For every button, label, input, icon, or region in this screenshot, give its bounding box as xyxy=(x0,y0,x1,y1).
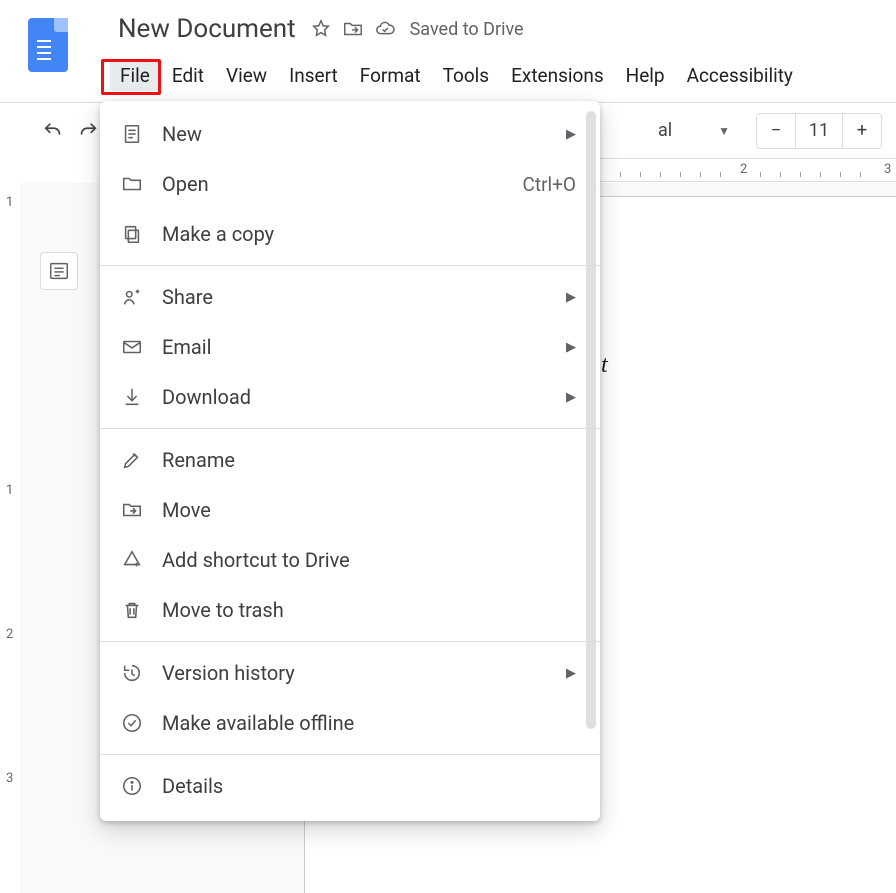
chevron-right-icon: ▶ xyxy=(566,390,576,405)
menu-item-label: Move xyxy=(162,498,576,522)
font-size-value[interactable]: 11 xyxy=(795,114,843,148)
document-text[interactable]: t xyxy=(601,352,608,379)
menu-separator xyxy=(100,754,600,755)
cloud-saved-icon[interactable] xyxy=(372,16,398,42)
menu-item-share[interactable]: Share ▶ xyxy=(100,272,600,322)
menu-extensions[interactable]: Extensions xyxy=(501,60,614,91)
star-icon[interactable] xyxy=(308,16,334,42)
chevron-right-icon: ▶ xyxy=(566,666,576,681)
docs-logo[interactable] xyxy=(28,18,68,72)
menu-item-label: Version history xyxy=(162,661,548,685)
menu-item-move[interactable]: Move xyxy=(100,485,600,535)
offline-icon xyxy=(120,711,144,735)
menu-item-download[interactable]: Download ▶ xyxy=(100,372,600,422)
menu-item-new[interactable]: New ▶ xyxy=(100,109,600,159)
menu-item-label: Email xyxy=(162,335,548,359)
menu-item-details[interactable]: Details xyxy=(100,761,600,811)
menu-tools[interactable]: Tools xyxy=(433,60,500,91)
menu-separator xyxy=(100,428,600,429)
ruler-tick: 2 xyxy=(6,627,13,642)
menu-file[interactable]: File xyxy=(110,60,160,91)
ruler-tick: 1 xyxy=(6,483,13,498)
move-to-folder-icon[interactable] xyxy=(340,16,366,42)
outline-toggle-button[interactable] xyxy=(40,252,78,290)
chevron-right-icon: ▶ xyxy=(566,340,576,355)
chevron-right-icon: ▶ xyxy=(566,127,576,142)
menu-separator xyxy=(100,641,600,642)
menu-help[interactable]: Help xyxy=(616,60,675,91)
menu-separator xyxy=(100,265,600,266)
email-icon xyxy=(120,335,144,359)
font-size-stepper: − 11 + xyxy=(756,113,882,149)
chevron-down-icon: ▼ xyxy=(718,124,730,138)
ruler-tick: 1 xyxy=(6,195,13,210)
share-icon xyxy=(120,285,144,309)
menu-item-open[interactable]: Open Ctrl+O xyxy=(100,159,600,209)
menu-item-make-offline[interactable]: Make available offline xyxy=(100,698,600,748)
menu-item-add-shortcut[interactable]: Add shortcut to Drive xyxy=(100,535,600,585)
menu-insert[interactable]: Insert xyxy=(279,60,348,91)
menu-item-move-to-trash[interactable]: Move to trash xyxy=(100,585,600,635)
folder-icon xyxy=(120,172,144,196)
paragraph-style-dropdown[interactable]: al ▼ xyxy=(650,113,738,149)
ruler-tick: 2 xyxy=(740,162,747,177)
drive-shortcut-icon xyxy=(120,548,144,572)
saved-status: Saved to Drive xyxy=(410,19,524,40)
document-title[interactable]: New Document xyxy=(112,14,302,44)
menu-item-label: Make a copy xyxy=(162,222,576,246)
menu-item-shortcut: Ctrl+O xyxy=(523,173,577,196)
menu-item-label: Make available offline xyxy=(162,711,576,735)
menu-format[interactable]: Format xyxy=(350,60,431,91)
file-menu-dropdown: New ▶ Open Ctrl+O Make a copy Share ▶ Em… xyxy=(100,101,600,821)
menu-item-label: Open xyxy=(162,172,505,196)
move-icon xyxy=(120,498,144,522)
trash-icon xyxy=(120,598,144,622)
menu-item-label: Rename xyxy=(162,448,576,472)
menu-item-label: Add shortcut to Drive xyxy=(162,548,576,572)
document-icon xyxy=(120,122,144,146)
chevron-right-icon: ▶ xyxy=(566,290,576,305)
ruler-tick: 3 xyxy=(6,771,13,786)
menu-item-make-copy[interactable]: Make a copy xyxy=(100,209,600,259)
download-icon xyxy=(120,385,144,409)
menu-item-label: Details xyxy=(162,774,576,798)
menu-item-label: Download xyxy=(162,385,548,409)
font-size-decrease[interactable]: − xyxy=(757,114,795,148)
menu-item-label: New xyxy=(162,122,548,146)
menu-item-label: Share xyxy=(162,285,548,309)
redo-button[interactable] xyxy=(74,113,102,149)
menu-accessibility[interactable]: Accessibility xyxy=(677,60,803,91)
font-size-increase[interactable]: + xyxy=(843,114,881,148)
menu-item-email[interactable]: Email ▶ xyxy=(100,322,600,372)
undo-button[interactable] xyxy=(39,113,67,149)
menu-bar: File Edit View Insert Format Tools Exten… xyxy=(0,50,896,94)
menu-item-rename[interactable]: Rename xyxy=(100,435,600,485)
ruler-tick: 3 xyxy=(884,162,891,177)
info-icon xyxy=(120,774,144,798)
paragraph-style-value: al xyxy=(658,120,672,141)
copy-icon xyxy=(120,222,144,246)
menu-item-version-history[interactable]: Version history ▶ xyxy=(100,648,600,698)
rename-icon xyxy=(120,448,144,472)
menu-edit[interactable]: Edit xyxy=(162,60,214,91)
menu-view[interactable]: View xyxy=(216,60,277,91)
history-icon xyxy=(120,661,144,685)
menu-item-label: Move to trash xyxy=(162,598,576,622)
